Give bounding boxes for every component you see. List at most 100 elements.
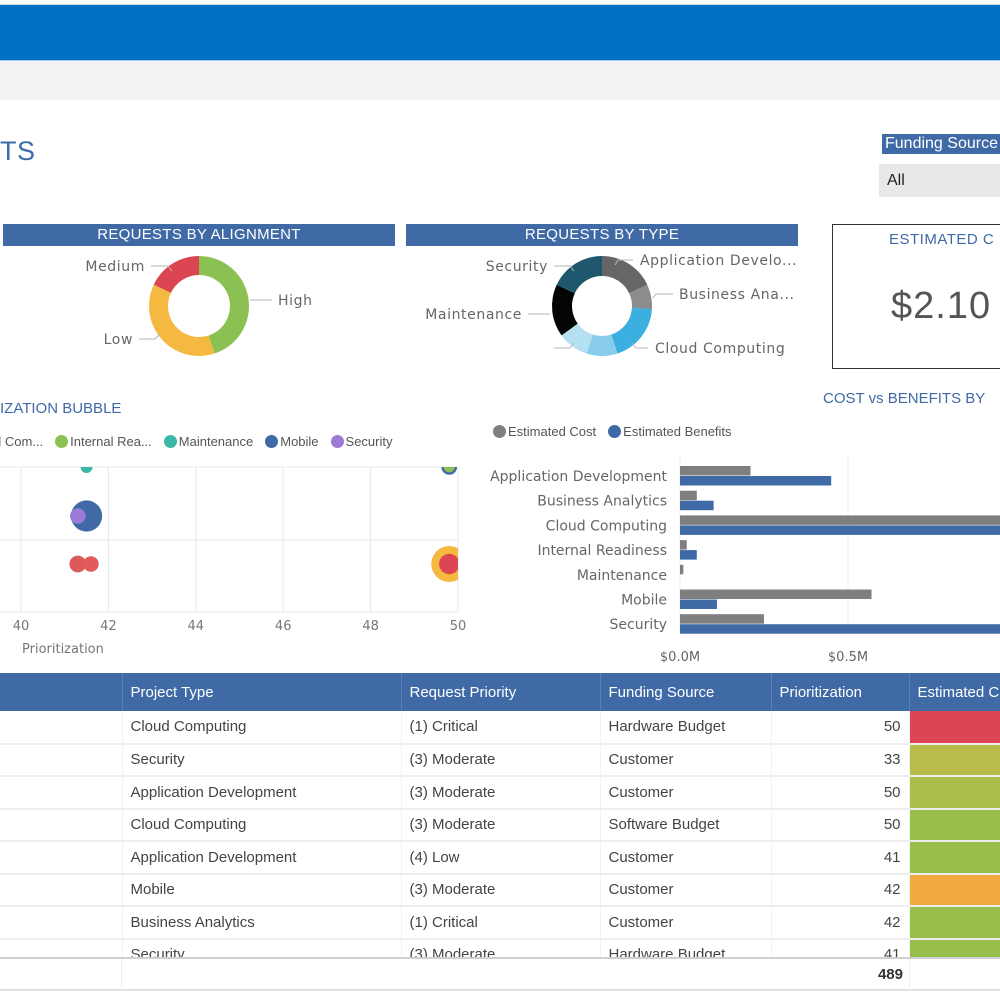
type-label: Application Develo... xyxy=(640,253,797,269)
alignment-slice[interactable] xyxy=(153,256,199,293)
legend-dot-icon xyxy=(55,435,69,448)
name-cell xyxy=(0,841,123,874)
alignment-donut-chart: Medium High Low xyxy=(85,256,312,356)
type-label: Business Ana... xyxy=(679,287,795,303)
kpi-value: $2.10 xyxy=(891,285,992,327)
benefit-bar[interactable] xyxy=(680,476,832,486)
table-header-row: Project Type Request Priority Funding So… xyxy=(0,673,1000,711)
kpi-title: ESTIMATED C xyxy=(889,231,995,248)
funding-source-cell: Customer xyxy=(600,873,772,906)
legend-item[interactable]: Estimated Benefits xyxy=(608,424,732,439)
category-label: Maintenance xyxy=(577,568,667,584)
legend-label: Estimated Benefits xyxy=(623,424,732,439)
column-header-funding-source[interactable]: Funding Source xyxy=(600,673,772,711)
project-type-cell: Application Development xyxy=(122,841,402,874)
funding-source-cell: Customer xyxy=(600,776,772,809)
project-type-cell: Cloud Computing xyxy=(122,808,402,841)
legend-item[interactable]: Internal Rea... xyxy=(55,434,152,449)
legend-item[interactable]: Mobile xyxy=(265,434,319,449)
bubble-point[interactable] xyxy=(439,553,459,575)
bubble-point[interactable] xyxy=(443,462,455,473)
request-priority-cell: (3) Moderate xyxy=(401,743,601,776)
legend-item[interactable]: Estimated Cost xyxy=(493,424,596,439)
table-row[interactable]: Application Development (3) Moderate Custo… xyxy=(0,776,1000,809)
name-cell xyxy=(0,776,123,809)
estimated-cost-color-cell xyxy=(909,906,1000,939)
legend-item[interactable]: d Com... xyxy=(0,434,43,449)
cost-benefit-bar-chart: $0.0M$0.5M$Application DevelopmentBusine… xyxy=(490,457,1000,665)
cost-bar[interactable] xyxy=(680,589,872,600)
funding-source-cell: Customer xyxy=(600,743,772,776)
alignment-label: Medium xyxy=(85,259,145,275)
table-row[interactable]: Business Analytics (1) Critical Customer 42 xyxy=(0,906,1000,939)
table-row[interactable]: Security (3) Moderate Customer 33 xyxy=(0,743,1000,777)
type-slice[interactable] xyxy=(611,307,652,354)
type-slice[interactable] xyxy=(556,256,602,294)
name-cell xyxy=(0,743,123,776)
page-title: TS xyxy=(0,136,36,166)
request-priority-cell: (3) Moderate xyxy=(401,873,601,906)
cost-bar[interactable] xyxy=(680,466,751,476)
alignment-slice[interactable] xyxy=(149,284,215,356)
category-label: Business Analytics xyxy=(537,494,667,510)
column-header-prioritization[interactable]: Prioritization xyxy=(771,673,910,711)
bubble-chart-legend: d Com... Internal Rea... Maintenance Mobile… xyxy=(0,434,393,449)
project-type-cell: Cloud Computing xyxy=(122,711,402,744)
cost-bar[interactable] xyxy=(680,614,764,624)
legend-label: Internal Rea... xyxy=(70,434,152,449)
label-leader-line xyxy=(652,293,673,299)
legend-dot-icon xyxy=(265,435,279,448)
type-label: Maintenance xyxy=(425,307,522,323)
benefit-bar[interactable] xyxy=(680,599,717,610)
bubble-point[interactable] xyxy=(83,556,99,572)
bubble-point[interactable] xyxy=(80,461,93,473)
x-tick-label: 48 xyxy=(362,619,379,634)
table-totals-row: 489 xyxy=(0,957,1000,991)
estimated-cost-color-cell xyxy=(909,841,1000,874)
column-header-request-priority[interactable]: Request Priority xyxy=(401,673,601,711)
benefit-bar[interactable] xyxy=(680,624,1000,634)
legend-dot-icon xyxy=(608,425,622,438)
legend-item[interactable]: Maintenance xyxy=(163,434,253,449)
funding-source-slicer-label: Funding Source xyxy=(882,134,1000,154)
x-tick-label: 44 xyxy=(188,619,205,634)
table-row[interactable]: Cloud Computing (1) Critical Hardware Budg… xyxy=(0,711,1000,744)
table-row[interactable]: Application Development (4) Low Customer 41 xyxy=(0,841,1000,874)
column-header-name[interactable] xyxy=(0,673,123,711)
request-priority-cell: (1) Critical xyxy=(401,711,601,744)
prioritization-cell: 42 xyxy=(771,906,910,939)
legend-dot-icon xyxy=(330,435,344,448)
bubble-point[interactable] xyxy=(70,508,86,524)
prioritization-cell: 50 xyxy=(771,776,910,809)
column-header-estimated-cost[interactable]: Estimated C xyxy=(909,673,1000,711)
label-leader-line xyxy=(139,333,161,340)
type-panel-header: REQUESTS BY TYPE xyxy=(406,224,798,246)
estimated-cost-color-cell xyxy=(909,776,1000,809)
bubble-chart-title: IZATION BUBBLE xyxy=(0,400,122,417)
request-priority-cell: (1) Critical xyxy=(401,906,601,939)
column-header-project-type[interactable]: Project Type xyxy=(122,673,402,711)
project-type-cell: Security xyxy=(122,743,402,776)
cost-bar[interactable] xyxy=(680,490,697,501)
legend-label: Mobile xyxy=(280,434,319,449)
prioritization-cell: 42 xyxy=(771,873,910,906)
table-row[interactable]: Mobile (3) Moderate Customer 42 xyxy=(0,873,1000,907)
legend-item[interactable]: Security xyxy=(330,434,393,449)
estimated-cost-color-cell xyxy=(909,808,1000,842)
cost-bar[interactable] xyxy=(680,540,687,550)
benefit-bar[interactable] xyxy=(680,525,1000,535)
funding-source-slicer-dropdown[interactable]: All xyxy=(879,164,1000,197)
benefit-bar[interactable] xyxy=(680,500,714,511)
table-row[interactable]: Cloud Computing (3) Moderate Software Budg… xyxy=(0,808,1000,842)
estimated-cost-kpi-card: ESTIMATED C $2.10 xyxy=(832,224,1000,369)
benefit-bar[interactable] xyxy=(680,550,697,560)
cost-bar[interactable] xyxy=(680,515,1000,525)
name-cell xyxy=(0,873,123,906)
app-top-bar xyxy=(0,4,1000,60)
bar-chart-legend: Estimated Cost Estimated Benefits xyxy=(493,424,732,439)
cost-bar[interactable] xyxy=(680,564,684,575)
estimated-cost-color-cell xyxy=(909,743,1000,777)
bubble-chart: 40 42 44 46 48 50 Prioritization xyxy=(0,461,466,657)
type-label: Cloud Computing xyxy=(655,341,785,357)
legend-dot-icon xyxy=(493,425,506,438)
